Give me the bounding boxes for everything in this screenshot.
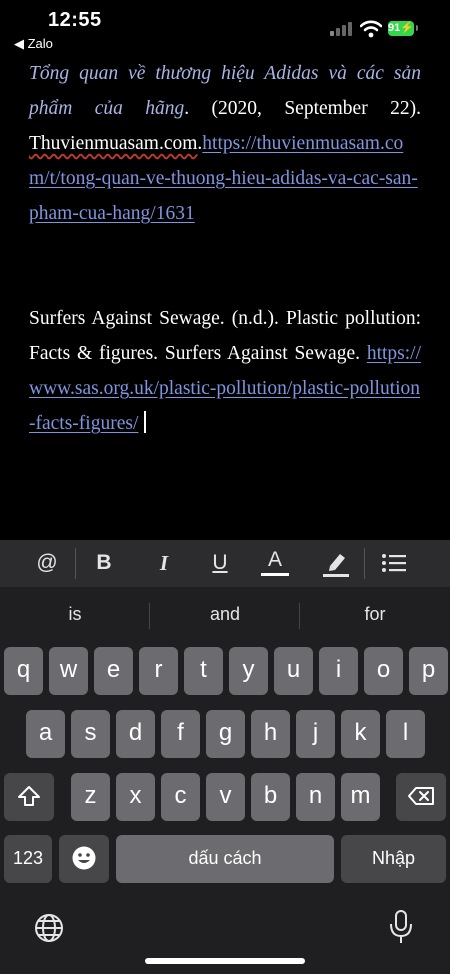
text-color-letter: A bbox=[267, 548, 282, 571]
reference-adidas: Tổng quan về thương hiệu Adidas và các s… bbox=[29, 56, 421, 231]
text-color-button[interactable]: A bbox=[260, 548, 290, 578]
suggestion-1[interactable]: is bbox=[0, 604, 150, 625]
key-y[interactable]: y bbox=[229, 647, 268, 695]
emoji-key[interactable] bbox=[59, 835, 109, 883]
key-g[interactable]: g bbox=[206, 710, 245, 758]
key-n[interactable]: n bbox=[296, 773, 335, 821]
emoji-icon bbox=[72, 846, 96, 870]
toolbar-divider bbox=[75, 548, 76, 579]
key-d[interactable]: d bbox=[116, 710, 155, 758]
key-b[interactable]: b bbox=[251, 773, 290, 821]
key-r[interactable]: r bbox=[139, 647, 178, 695]
key-j[interactable]: j bbox=[296, 710, 335, 758]
key-o[interactable]: o bbox=[364, 647, 403, 695]
key-f[interactable]: f bbox=[161, 710, 200, 758]
status-time: 12:55 bbox=[48, 9, 102, 31]
space-bar[interactable]: dấu cách bbox=[116, 835, 334, 883]
home-indicator[interactable] bbox=[145, 958, 305, 964]
toolbar-divider bbox=[364, 548, 365, 579]
backspace-icon bbox=[408, 787, 434, 805]
battery-level: 91 bbox=[388, 22, 401, 34]
key-w[interactable]: w bbox=[49, 647, 88, 695]
microphone-icon[interactable] bbox=[388, 909, 414, 945]
key-p[interactable]: p bbox=[409, 647, 448, 695]
battery-icon: 91⚡ bbox=[388, 21, 414, 36]
reference-sas-text: Surfers Against Sewage. (n.d.). Plastic … bbox=[29, 308, 421, 364]
reference-site: Thuvienmuasam.com bbox=[29, 133, 198, 154]
key-t[interactable]: t bbox=[184, 647, 223, 695]
key-z[interactable]: z bbox=[71, 773, 110, 821]
cellular-signal-icon bbox=[330, 22, 352, 36]
list-icon[interactable] bbox=[380, 548, 408, 578]
underline-button[interactable]: U bbox=[205, 548, 235, 578]
shift-key[interactable] bbox=[4, 773, 54, 821]
key-k[interactable]: k bbox=[341, 710, 380, 758]
key-e[interactable]: e bbox=[94, 647, 133, 695]
status-bar: 12:55 ◀ Zalo 91⚡ bbox=[0, 0, 450, 54]
wifi-icon bbox=[360, 20, 382, 38]
key-q[interactable]: q bbox=[4, 647, 43, 695]
key-i[interactable]: i bbox=[319, 647, 358, 695]
backspace-key[interactable] bbox=[396, 773, 446, 821]
key-u[interactable]: u bbox=[274, 647, 313, 695]
key-m[interactable]: m bbox=[341, 773, 380, 821]
key-v[interactable]: v bbox=[206, 773, 245, 821]
suggestion-2[interactable]: and bbox=[150, 604, 300, 625]
return-key[interactable]: Nhập bbox=[341, 835, 446, 883]
key-h[interactable]: h bbox=[251, 710, 290, 758]
suggestion-3[interactable]: for bbox=[300, 604, 450, 625]
battery-tip bbox=[416, 25, 418, 31]
mention-button[interactable]: @ bbox=[32, 548, 62, 578]
document-body[interactable]: Tổng quan về thương hiệu Adidas và các s… bbox=[29, 56, 421, 441]
numbers-key[interactable]: 123 bbox=[4, 835, 52, 883]
format-toolbar: @ B I U A bbox=[0, 540, 450, 587]
back-to-app-link[interactable]: ◀ Zalo bbox=[14, 36, 53, 52]
text-cursor bbox=[144, 411, 147, 433]
reference-sas: Surfers Against Sewage. (n.d.). Plastic … bbox=[29, 301, 421, 441]
highlighter-icon[interactable] bbox=[321, 548, 351, 578]
key-l[interactable]: l bbox=[386, 710, 425, 758]
globe-icon[interactable] bbox=[33, 912, 65, 944]
italic-button[interactable]: I bbox=[149, 548, 179, 578]
shift-icon bbox=[18, 786, 40, 806]
reference-date: . (2020, September 22). bbox=[184, 98, 421, 119]
text-color-swatch bbox=[261, 573, 289, 576]
key-a[interactable]: a bbox=[26, 710, 65, 758]
keyboard: is and for q w e r t y u i o p a s d f g… bbox=[0, 587, 450, 974]
key-c[interactable]: c bbox=[161, 773, 200, 821]
bold-button[interactable]: B bbox=[89, 548, 119, 578]
key-x[interactable]: x bbox=[116, 773, 155, 821]
key-s[interactable]: s bbox=[71, 710, 110, 758]
